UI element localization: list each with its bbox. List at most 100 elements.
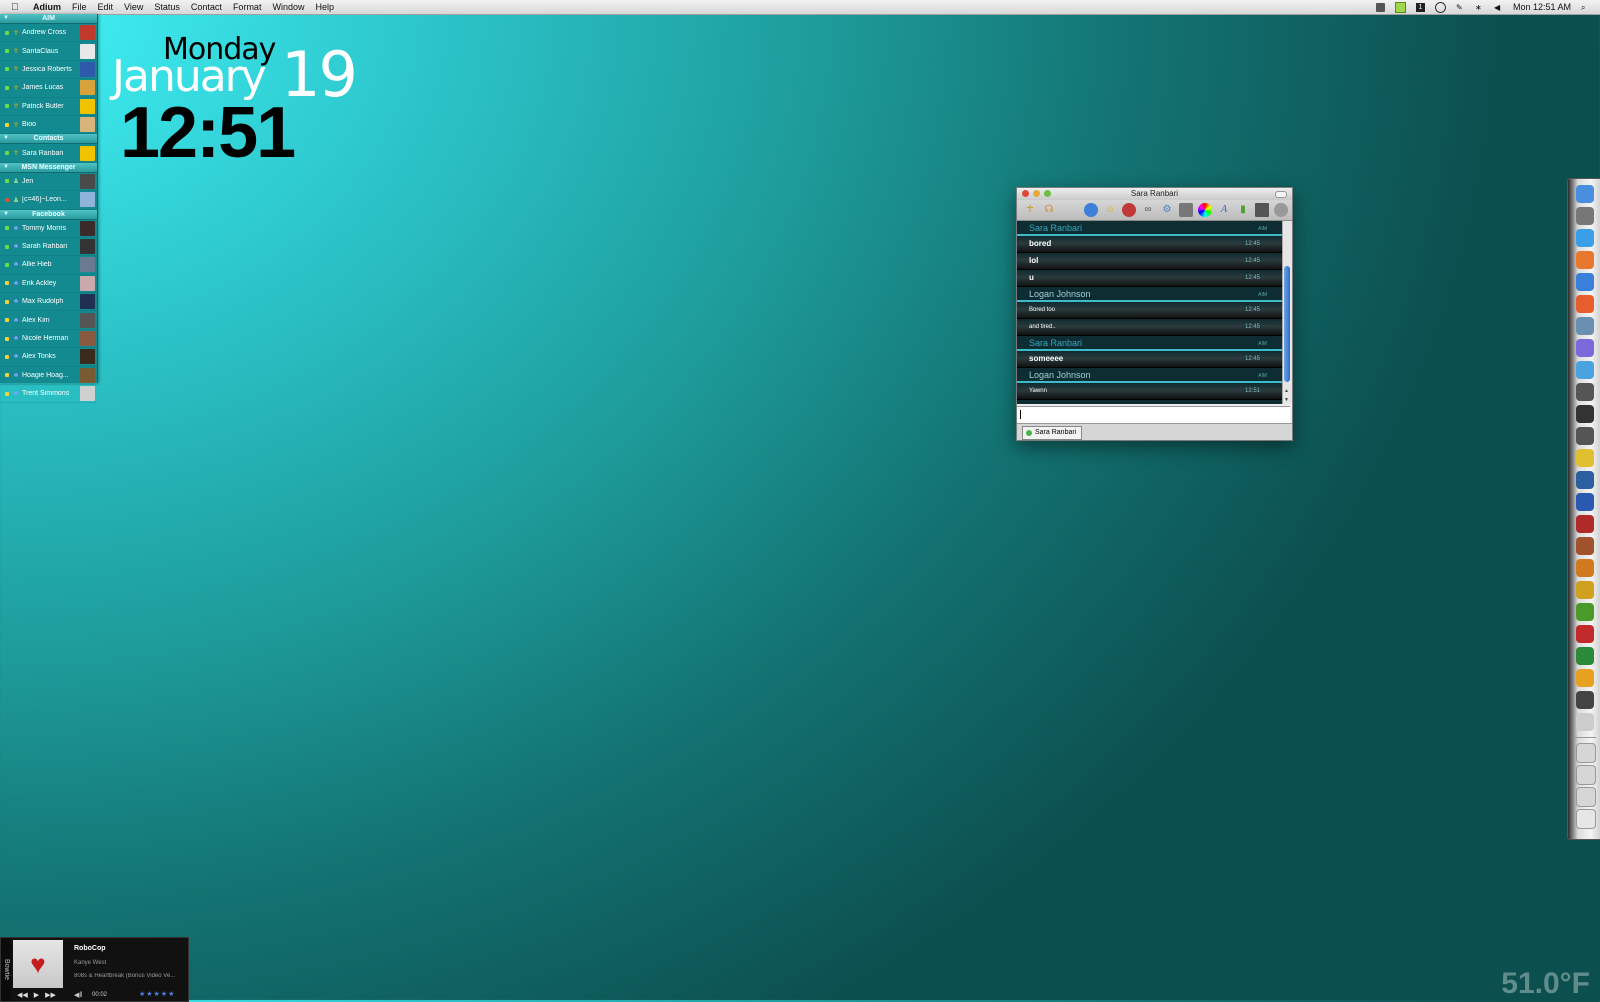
contact-row[interactable]: ♣ Sarah Rahbari: [0, 238, 97, 257]
menu-help[interactable]: Help: [315, 2, 334, 12]
flash-icon[interactable]: [1576, 515, 1594, 533]
contribute-icon[interactable]: [1576, 493, 1594, 511]
movie-icon[interactable]: [1576, 383, 1594, 401]
sender-name[interactable]: Logan Johnson: [1029, 370, 1091, 380]
menu-view[interactable]: View: [124, 2, 143, 12]
contact-row[interactable]: ♟ [c=46]~Leon...: [0, 191, 97, 210]
photoshop-icon[interactable]: [1576, 471, 1594, 489]
contact-row[interactable]: ♣ Erik Ackley: [0, 275, 97, 294]
trash-icon[interactable]: [1576, 809, 1596, 829]
color-icon[interactable]: [1198, 203, 1212, 217]
illustrator-icon[interactable]: [1576, 559, 1594, 577]
info-icon[interactable]: [1084, 203, 1098, 217]
finder-icon[interactable]: [1576, 185, 1594, 203]
contact-row[interactable]: ☥ Andrew Cross: [0, 24, 97, 43]
chat-titlebar[interactable]: Sara Ranbari: [1017, 188, 1292, 200]
scroll-up-arrow-icon[interactable]: ▲: [1284, 388, 1289, 394]
textedit-icon[interactable]: [1576, 713, 1594, 731]
next-track-icon[interactable]: ▶▶: [45, 991, 56, 999]
fireworks-icon[interactable]: [1576, 581, 1594, 599]
more-icon[interactable]: [1274, 203, 1288, 217]
zoom-button[interactable]: [1044, 190, 1051, 197]
contact-row[interactable]: ☥ SantaClaus: [0, 42, 97, 61]
battery-icon[interactable]: [1394, 1, 1406, 13]
ipod-icon[interactable]: [1576, 669, 1594, 687]
time-machine-icon[interactable]: [1434, 1, 1446, 13]
contact-row[interactable]: ☥ Patrick Butler: [0, 98, 97, 116]
contact-row[interactable]: ♟ Jen: [0, 173, 97, 192]
volume-icon[interactable]: ◀‖: [74, 991, 82, 999]
spotlight-search-icon[interactable]: ⌕: [1581, 3, 1590, 12]
contact-row[interactable]: ♣ Trent Simmons: [0, 385, 97, 404]
menu-app-name[interactable]: Adium: [33, 2, 61, 12]
downloads-folder-icon[interactable]: [1576, 765, 1596, 785]
scroll-thumb[interactable]: [1284, 266, 1290, 382]
preview-icon[interactable]: [1576, 317, 1594, 335]
previous-track-icon[interactable]: ◀◀: [17, 991, 28, 999]
message-input[interactable]: [1017, 406, 1290, 423]
menu-window[interactable]: Window: [272, 2, 304, 12]
bridge-icon[interactable]: [1576, 537, 1594, 555]
font-icon[interactable]: A: [1217, 203, 1231, 217]
contact-row[interactable]: ♣ Alex Kim: [0, 311, 97, 330]
contact-row[interactable]: ☥ Bioo: [0, 116, 97, 135]
track-rating[interactable]: ★★★★★: [139, 990, 175, 998]
documents-stack-icon[interactable]: [1576, 743, 1596, 763]
pen-icon[interactable]: ✎: [1456, 3, 1465, 12]
sender-name[interactable]: Logan Johnson: [1029, 289, 1091, 299]
camera-icon[interactable]: [1576, 405, 1594, 423]
bluetooth-icon[interactable]: ∗: [1475, 3, 1484, 12]
menu-clock[interactable]: Mon 12:51 AM: [1513, 2, 1571, 12]
menu-file[interactable]: File: [72, 2, 87, 12]
firefox-icon[interactable]: [1576, 251, 1594, 269]
itunes-icon[interactable]: [1576, 339, 1594, 357]
flag-icon[interactable]: [1375, 2, 1385, 12]
close-button[interactable]: [1022, 190, 1029, 197]
chat-icon[interactable]: [1576, 449, 1594, 467]
app-store-icon[interactable]: [1576, 229, 1594, 247]
image-icon[interactable]: [1179, 203, 1193, 217]
dreamweaver-icon[interactable]: [1576, 603, 1594, 621]
user-card-icon[interactable]: [1255, 203, 1269, 217]
link-icon[interactable]: ∞: [1141, 203, 1155, 217]
minimize-button[interactable]: [1033, 190, 1040, 197]
volume-icon[interactable]: ◀: [1494, 3, 1503, 12]
photos-icon[interactable]: [1576, 361, 1594, 379]
group-header-aim[interactable]: ▼ AIM: [0, 14, 97, 24]
disclosure-triangle-icon[interactable]: ▼: [3, 163, 9, 172]
menu-status[interactable]: Status: [154, 2, 180, 12]
contact-row[interactable]: ♣ Alex Tonks: [0, 348, 97, 367]
ical-icon[interactable]: [1576, 295, 1594, 313]
sender-name[interactable]: Sara Ranbari: [1029, 338, 1082, 348]
aim-runner-icon[interactable]: ☥: [1023, 203, 1037, 217]
settings-icon[interactable]: ⚙: [1160, 203, 1174, 217]
group-header-msn-messenger[interactable]: ▼ MSN Messenger: [0, 162, 97, 173]
file-transfer-icon[interactable]: ▮: [1236, 203, 1250, 217]
terminal-icon[interactable]: [1576, 647, 1594, 665]
acrobat-icon[interactable]: [1576, 625, 1594, 643]
contact-row[interactable]: ☥ Jessica Roberts: [0, 61, 97, 80]
menu-contact[interactable]: Contact: [191, 2, 222, 12]
disclosure-triangle-icon[interactable]: ▼: [3, 210, 9, 219]
chat-tab[interactable]: Sara Ranbari: [1022, 426, 1083, 440]
gear-icon[interactable]: [1576, 427, 1594, 445]
system-preferences-icon[interactable]: [1576, 207, 1594, 225]
group-header-facebook[interactable]: ▼ Facebook: [0, 209, 97, 220]
contact-row[interactable]: ♣ Allie Hieb: [0, 256, 97, 275]
contact-row[interactable]: ♣ Max Rudolph: [0, 293, 97, 312]
contact-row[interactable]: ♣ Hoagie Hoag...: [0, 367, 97, 386]
contact-row[interactable]: ☥ Sara Ranbari: [0, 144, 97, 163]
applications-folder-icon[interactable]: [1576, 787, 1596, 807]
scroll-down-arrow-icon[interactable]: ▼: [1284, 397, 1289, 403]
block-icon[interactable]: ☊: [1042, 203, 1056, 217]
disclosure-triangle-icon[interactable]: ▼: [3, 14, 9, 23]
contact-row[interactable]: ♣ Tommy Morris: [0, 220, 97, 238]
toolbar-toggle-button[interactable]: [1275, 191, 1287, 198]
group-header-contacts[interactable]: ▼ Contacts: [0, 134, 97, 145]
menu-format[interactable]: Format: [233, 2, 262, 12]
contact-row[interactable]: ☥ James Lucas: [0, 79, 97, 98]
player-sidebar-label[interactable]: Bowtie: [1, 938, 11, 1001]
contact-row[interactable]: ♣ Nicole Herman: [0, 330, 97, 349]
menu-edit[interactable]: Edit: [98, 2, 114, 12]
sender-name[interactable]: Sara Ranbari: [1029, 223, 1082, 233]
